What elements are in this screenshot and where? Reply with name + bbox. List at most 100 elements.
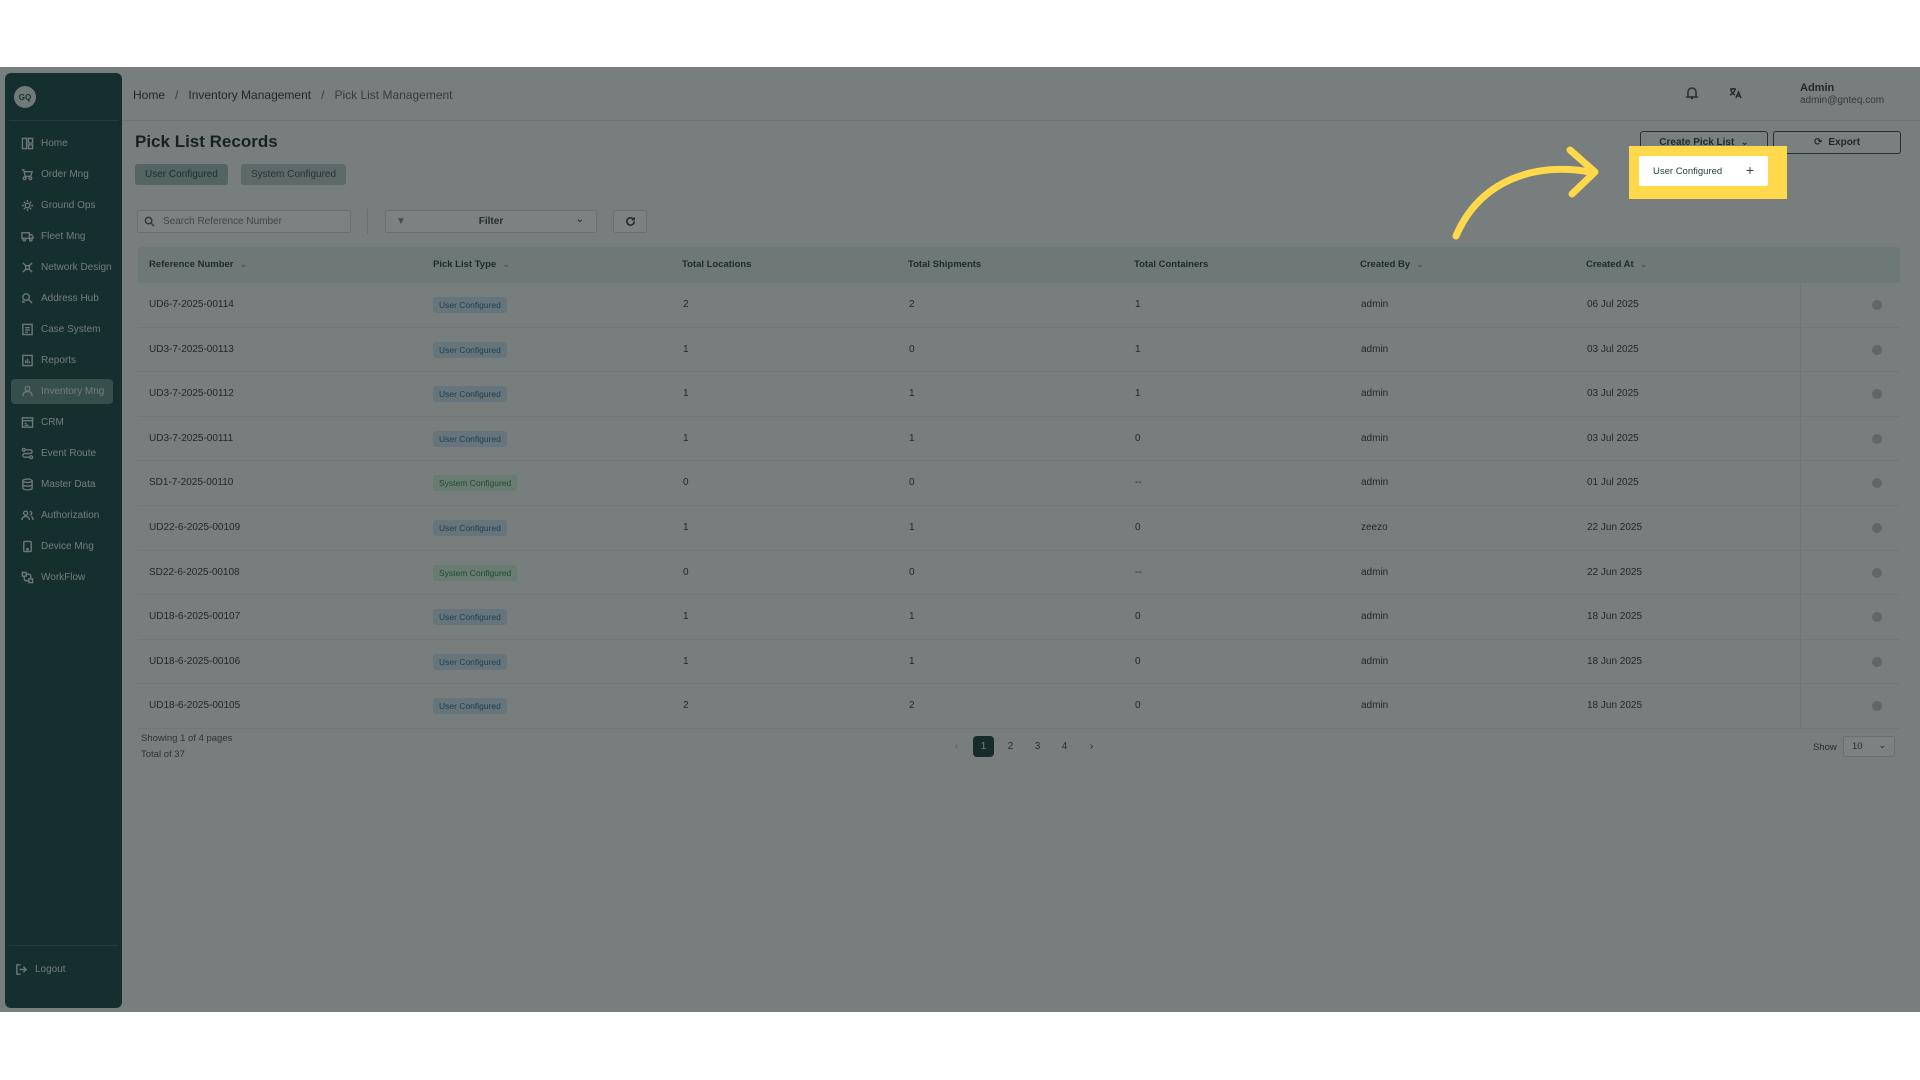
breadcrumb-home[interactable]: Home bbox=[133, 88, 165, 102]
reference-number[interactable]: UD3-7-2025-00112 bbox=[149, 388, 234, 399]
next-page-icon[interactable]: › bbox=[1081, 736, 1102, 757]
created-at: 18 Jun 2025 bbox=[1587, 700, 1643, 712]
translate-icon[interactable] bbox=[1727, 85, 1743, 101]
workflow-icon bbox=[21, 571, 34, 584]
sidebar-item-master-data[interactable]: Master Data bbox=[11, 472, 113, 497]
bell-icon[interactable] bbox=[1684, 85, 1700, 101]
create-dropdown-item-user-configured[interactable]: User Configured + bbox=[1639, 156, 1768, 186]
sidebar: GQ Home Order Mng Ground Ops Fleet Mng Netwo… bbox=[5, 73, 122, 1008]
logout-label: Logout bbox=[35, 964, 66, 975]
sidebar-item-crm[interactable]: CRM bbox=[11, 410, 113, 435]
total-containers: 0 bbox=[1135, 655, 1141, 667]
info-icon[interactable] bbox=[1872, 433, 1882, 444]
user-name[interactable]: Admin bbox=[1800, 82, 1834, 94]
reference-number[interactable]: UD18-6-2025-00107 bbox=[149, 611, 240, 622]
order-icon bbox=[21, 168, 34, 181]
breadcrumb-separator: / bbox=[321, 88, 325, 102]
table-row[interactable]: UD3-7-2025-00112 User Configured 1 1 1 admin 0… bbox=[138, 372, 1900, 417]
info-icon[interactable] bbox=[1872, 612, 1882, 623]
page-1[interactable]: 1 bbox=[973, 736, 994, 757]
app-frame: GQ Home Order Mng Ground Ops Fleet Mng Netwo… bbox=[0, 67, 1920, 1012]
info-icon[interactable] bbox=[1872, 478, 1882, 489]
sort-icon[interactable]: ⌄ bbox=[1416, 259, 1424, 270]
filter-dropdown[interactable]: ▼ Filter ⌄ bbox=[385, 210, 597, 233]
sidebar-item-inventory-mng[interactable]: Inventory Mng bbox=[11, 379, 113, 404]
column-divider bbox=[1800, 372, 1801, 416]
app-logo: GQ bbox=[14, 86, 36, 108]
sort-icon[interactable]: ⌄ bbox=[1640, 259, 1648, 270]
created-by: admin bbox=[1361, 299, 1389, 310]
sidebar-item-device-mng[interactable]: Device Mng bbox=[11, 534, 113, 559]
reference-number[interactable]: UD3-7-2025-00111 bbox=[149, 433, 233, 444]
sidebar-item-network-design[interactable]: Network Design bbox=[11, 255, 113, 280]
sidebar-item-label: Fleet Mng bbox=[41, 231, 86, 242]
sidebar-item-workflow[interactable]: WorkFlow bbox=[11, 565, 113, 590]
page-2[interactable]: 2 bbox=[1000, 736, 1021, 757]
reference-number[interactable]: UD22-6-2025-00109 bbox=[149, 522, 240, 533]
sidebar-item-home[interactable]: Home bbox=[11, 131, 113, 156]
sidebar-item-authorization[interactable]: Authorization bbox=[11, 503, 113, 528]
tab-user-configured[interactable]: User Configured bbox=[135, 164, 228, 185]
table-row[interactable]: UD3-7-2025-00111 User Configured 1 1 0 admin 0… bbox=[138, 416, 1900, 462]
user-email: admin@gnteq.com bbox=[1800, 95, 1885, 106]
table-row[interactable]: UD18-6-2025-00107 User Configured 1 1 0 admin… bbox=[138, 595, 1900, 640]
info-icon[interactable] bbox=[1872, 701, 1882, 712]
reference-number[interactable]: UD3-7-2025-00113 bbox=[149, 344, 234, 355]
table-row[interactable]: UD3-7-2025-00113 User Configured 1 0 1 admin 0… bbox=[138, 327, 1900, 373]
sidebar-item-address-hub[interactable]: Address Hub bbox=[11, 286, 113, 311]
info-icon[interactable] bbox=[1872, 389, 1882, 400]
pick-list-type-badge: User Configured bbox=[433, 386, 507, 403]
reference-number[interactable]: UD18-6-2025-00105 bbox=[149, 700, 240, 711]
dropdown-item-label: User Configured bbox=[1653, 165, 1723, 177]
column-divider bbox=[1800, 639, 1801, 684]
reference-number[interactable]: UD18-6-2025-00106 bbox=[149, 656, 240, 667]
created-by: admin bbox=[1361, 611, 1389, 623]
table-row[interactable]: SD22-6-2025-00108 System Configured 0 0 -- ad… bbox=[138, 550, 1900, 596]
refresh-button[interactable] bbox=[613, 210, 647, 233]
total-shipments: 1 bbox=[909, 388, 915, 400]
info-icon[interactable] bbox=[1872, 522, 1882, 533]
column-pick-list-type[interactable]: Pick List Type ⌄ bbox=[433, 259, 510, 270]
table-row[interactable]: UD22-6-2025-00109 User Configured 1 1 0 zeezo… bbox=[138, 505, 1900, 551]
sidebar-item-event-route[interactable]: Event Route bbox=[11, 441, 113, 466]
total-containers: -- bbox=[1135, 566, 1142, 578]
reference-number[interactable]: UD6-7-2025-00114 bbox=[149, 299, 234, 310]
pick-list-type-badge: System Configured bbox=[433, 475, 518, 492]
table-row[interactable]: SD1-7-2025-00110 System Configured 0 0 -- adm… bbox=[138, 461, 1900, 506]
sidebar-item-label: WorkFlow bbox=[41, 572, 86, 583]
page-4[interactable]: 4 bbox=[1054, 736, 1075, 757]
pick-list-type-badge: User Configured bbox=[433, 609, 507, 626]
sidebar-item-order-mng[interactable]: Order Mng bbox=[11, 162, 113, 187]
reference-number[interactable]: SD22-6-2025-00108 bbox=[149, 567, 240, 578]
info-icon[interactable] bbox=[1872, 567, 1882, 578]
column-reference-number[interactable]: Reference Number ⌄ bbox=[149, 259, 247, 270]
tab-system-configured[interactable]: System Configured bbox=[241, 164, 347, 185]
sort-icon[interactable]: ⌄ bbox=[502, 259, 510, 270]
table-row[interactable]: UD6-7-2025-00114 User Configured 2 2 1 admin 0… bbox=[138, 283, 1900, 328]
table-row[interactable]: UD18-6-2025-00105 User Configured 2 2 0 admin… bbox=[138, 684, 1900, 729]
search-input[interactable]: Search Reference Number bbox=[137, 210, 351, 233]
sidebar-item-ground-ops[interactable]: Ground Ops bbox=[11, 193, 113, 218]
page-3[interactable]: 3 bbox=[1027, 736, 1048, 757]
sidebar-item-fleet-mng[interactable]: Fleet Mng bbox=[11, 224, 113, 249]
total-shipments: 2 bbox=[909, 700, 915, 712]
logout-button[interactable]: Logout bbox=[15, 963, 66, 976]
sidebar-item-reports[interactable]: Reports bbox=[11, 348, 113, 373]
export-button[interactable]: ⟳ Export bbox=[1773, 131, 1901, 154]
info-icon[interactable] bbox=[1872, 300, 1882, 310]
column-label: Reference Number bbox=[149, 259, 234, 270]
page-size-select[interactable]: 10 ⌄ bbox=[1843, 736, 1895, 757]
export-icon: ⟳ bbox=[1813, 137, 1823, 148]
sort-icon[interactable]: ⌄ bbox=[239, 259, 247, 270]
sidebar-item-label: Case System bbox=[41, 324, 101, 335]
table-row[interactable]: UD18-6-2025-00106 User Configured 1 1 0 admin… bbox=[138, 639, 1900, 685]
info-icon[interactable] bbox=[1872, 656, 1882, 667]
reference-number[interactable]: SD1-7-2025-00110 bbox=[149, 477, 233, 488]
breadcrumb-inventory[interactable]: Inventory Management bbox=[188, 88, 311, 102]
column-created-at[interactable]: Created At ⌄ bbox=[1586, 259, 1648, 270]
prev-page-icon[interactable]: ‹ bbox=[946, 736, 967, 757]
sidebar-item-case-system[interactable]: Case System bbox=[11, 317, 113, 342]
column-created-by[interactable]: Created By ⌄ bbox=[1360, 259, 1424, 270]
info-icon[interactable] bbox=[1872, 344, 1882, 355]
total-shipments: 1 bbox=[909, 655, 915, 667]
